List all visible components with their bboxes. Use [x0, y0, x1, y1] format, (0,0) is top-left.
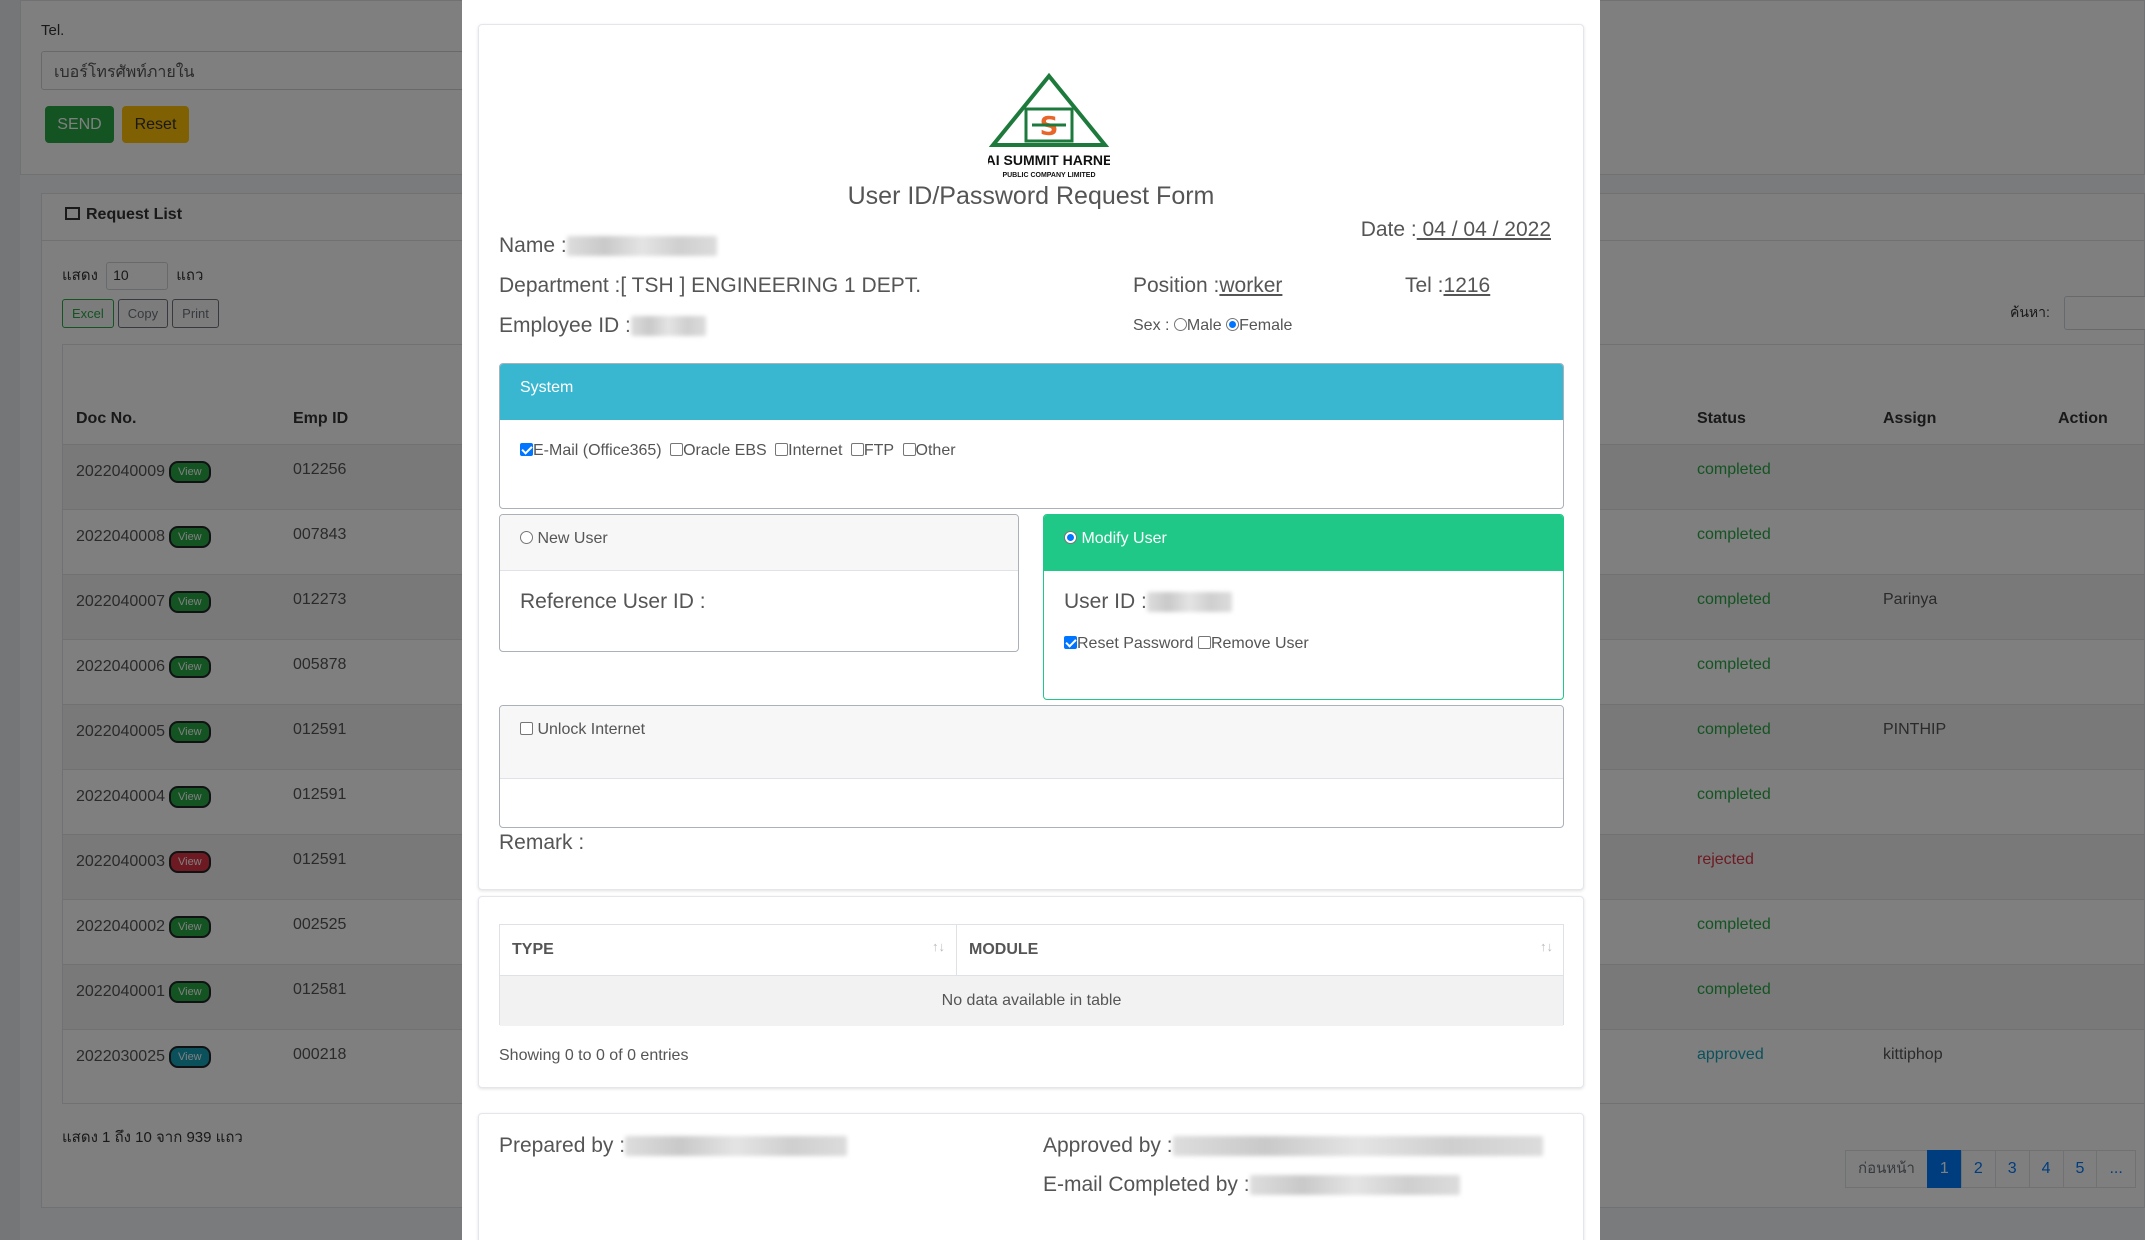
tel-row: Tel :1216: [1405, 274, 1490, 298]
sex-female-radio[interactable]: [1226, 318, 1240, 331]
department-label: Department :: [499, 274, 621, 297]
unlock-internet-header: Unlock Internet: [500, 706, 1563, 779]
modify-user-label: Modify User: [1081, 530, 1167, 547]
col-module[interactable]: MODULE: [969, 941, 1038, 959]
svg-text:S: S: [1040, 112, 1059, 142]
entries-info: Showing 0 to 0 of 0 entries: [499, 1047, 689, 1064]
request-form-modal: S THAI SUMMIT HARNESS PUBLIC COMPANY LIM…: [462, 0, 1600, 1240]
name-value-redacted: [566, 236, 717, 257]
tel-field-label: Tel :: [1405, 274, 1444, 297]
logo-sub: PUBLIC COMPANY LIMITED: [1002, 172, 1095, 179]
approved-by-label: Approved by :: [1043, 1134, 1173, 1157]
name-label: Name :: [499, 234, 567, 257]
modify-user-radio[interactable]: [1064, 531, 1077, 544]
empty-table-message: No data available in table: [500, 976, 1563, 1026]
logo-name: THAI SUMMIT HARNESS: [988, 152, 1110, 168]
department-value: [ TSH ] ENGINEERING 1 DEPT.: [620, 274, 922, 297]
system-panel-header: System: [500, 364, 1563, 420]
new-user-header: New User: [500, 515, 1018, 571]
date-line: Date : 04 / 04 / 2022: [1361, 218, 1551, 242]
modify-user-panel: Modify User User ID : Reset Password Rem…: [1043, 514, 1564, 700]
ftp-checkbox[interactable]: [850, 443, 864, 456]
internet-label: Internet: [788, 442, 843, 459]
system-panel: System E-Mail (Office365) Oracle EBS Int…: [499, 363, 1564, 509]
sort-type-icon[interactable]: ↑↓: [932, 939, 945, 954]
date-value: 04 / 04 / 2022: [1416, 218, 1551, 241]
reference-user-id-label: Reference User ID :: [520, 590, 706, 613]
tel-field-value: 1216: [1443, 274, 1491, 297]
form-card: S THAI SUMMIT HARNESS PUBLIC COMPANY LIM…: [478, 24, 1584, 890]
reset-password-label: Reset Password: [1077, 635, 1194, 652]
sort-module-icon[interactable]: ↑↓: [1540, 939, 1553, 954]
new-user-radio[interactable]: [520, 531, 533, 544]
position-label: Position :: [1133, 274, 1220, 297]
sex-male-label: Male: [1186, 317, 1222, 334]
new-user-panel: New User Reference User ID :: [499, 514, 1019, 652]
approved-by-redacted: [1172, 1136, 1543, 1157]
type-module-card: TYPE ↑↓ MODULE ↑↓ No data available in t…: [478, 896, 1584, 1088]
system-options: E-Mail (Office365) Oracle EBS Internet F…: [520, 442, 960, 460]
prepared-by-label: Prepared by :: [499, 1134, 626, 1157]
new-user-label: New User: [537, 530, 608, 547]
user-id-label: User ID :: [1064, 590, 1147, 613]
oracle-ebs-checkbox[interactable]: [670, 443, 684, 456]
company-logo-icon: S THAI SUMMIT HARNESS PUBLIC COMPANY LIM…: [988, 73, 1110, 179]
form-title: User ID/Password Request Form: [847, 182, 1215, 210]
email-completed-redacted: [1249, 1175, 1460, 1196]
remark-label: Remark :: [499, 831, 585, 854]
header-divider: [956, 925, 957, 976]
email-completed-label: E-mail Completed by :: [1043, 1173, 1250, 1196]
user-id-redacted: [1146, 592, 1232, 613]
unlock-internet-label: Unlock Internet: [537, 721, 646, 738]
position-value: worker: [1219, 274, 1283, 297]
sex-female-label: Female: [1239, 317, 1293, 334]
sex-label: Sex :: [1133, 317, 1170, 334]
employee-id-label: Employee ID :: [499, 314, 631, 337]
oracle-ebs-label: Oracle EBS: [683, 442, 767, 459]
employee-id-redacted: [630, 316, 706, 337]
modify-options: Reset Password Remove User: [1064, 635, 1309, 653]
internet-checkbox[interactable]: [775, 443, 789, 456]
type-module-table: TYPE ↑↓ MODULE ↑↓ No data available in t…: [499, 924, 1564, 1026]
email-office365-label: E-Mail (Office365): [533, 442, 662, 459]
name-row: Name :: [499, 234, 717, 258]
unlock-internet-checkbox[interactable]: [520, 722, 533, 735]
remove-user-label: Remove User: [1210, 635, 1309, 652]
remove-user-checkbox[interactable]: [1197, 636, 1211, 649]
prepared-by-redacted: [625, 1136, 848, 1157]
col-type[interactable]: TYPE: [512, 941, 554, 959]
date-label: Date :: [1360, 218, 1417, 241]
modify-user-header: Modify User: [1044, 515, 1563, 571]
email-completed-row: E-mail Completed by :: [1043, 1173, 1460, 1197]
other-label: Other: [915, 442, 956, 459]
employee-id-row: Employee ID :: [499, 314, 706, 338]
reset-password-checkbox[interactable]: [1064, 636, 1077, 649]
sex-row: Sex : Male Female: [1133, 317, 1292, 335]
position-row: Position :worker: [1133, 274, 1282, 298]
other-checkbox[interactable]: [902, 443, 916, 456]
email-office365-checkbox[interactable]: [520, 443, 533, 456]
unlock-internet-panel: Unlock Internet: [499, 705, 1564, 828]
approved-by-row: Approved by :: [1043, 1134, 1543, 1158]
type-module-header: TYPE ↑↓ MODULE ↑↓: [500, 925, 1563, 976]
signatures-card: Prepared by : Approved by : E-mail Compl…: [478, 1113, 1584, 1240]
user-id-row: User ID :: [1064, 590, 1232, 614]
prepared-by-row: Prepared by :: [499, 1134, 848, 1158]
ftp-label: FTP: [863, 442, 895, 459]
sex-male-radio[interactable]: [1173, 318, 1187, 331]
department-row: Department :[ TSH ] ENGINEERING 1 DEPT.: [499, 274, 921, 298]
